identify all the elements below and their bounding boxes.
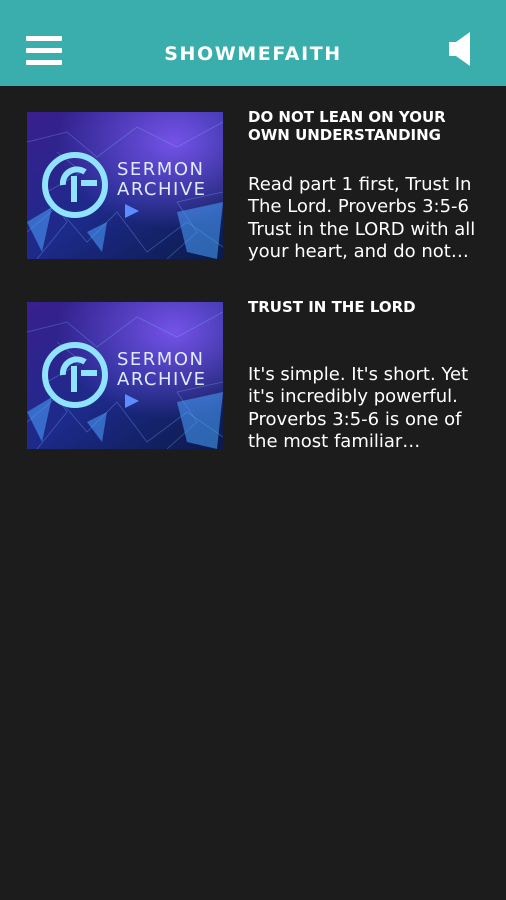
post-thumbnail: SERMON ARCHIVE xyxy=(27,302,223,449)
post-excerpt: Read part 1 first, Trust In The Lord. Pr… xyxy=(248,174,476,262)
speaker-icon[interactable] xyxy=(446,30,476,68)
post-title: TRUST IN THE LORD xyxy=(248,298,416,316)
app-screen: SHOWMEFAITH SERMON ARCHIVE DO NOT LEAN O… xyxy=(0,0,506,900)
top-app-bar: SHOWMEFAITH xyxy=(0,0,506,86)
thumbnail-text-sermon: SERMON xyxy=(117,349,204,370)
list-item[interactable]: SERMON ARCHIVE TRUST IN THE LORD It's si… xyxy=(0,298,506,468)
thumbnail-text-archive: ARCHIVE xyxy=(117,369,207,390)
post-excerpt: It's simple. It's short. Yet it's incred… xyxy=(248,364,469,452)
app-title: SHOWMEFAITH xyxy=(164,43,342,65)
thumbnail-text-sermon: SERMON xyxy=(117,159,204,180)
post-title: DO NOT LEAN ON YOUR OWN UNDERSTANDING xyxy=(248,108,446,144)
post-thumbnail: SERMON ARCHIVE xyxy=(27,112,223,259)
thumbnail-text-archive: ARCHIVE xyxy=(117,179,207,200)
list-item[interactable]: SERMON ARCHIVE DO NOT LEAN ON YOUR OWN U… xyxy=(0,108,506,278)
